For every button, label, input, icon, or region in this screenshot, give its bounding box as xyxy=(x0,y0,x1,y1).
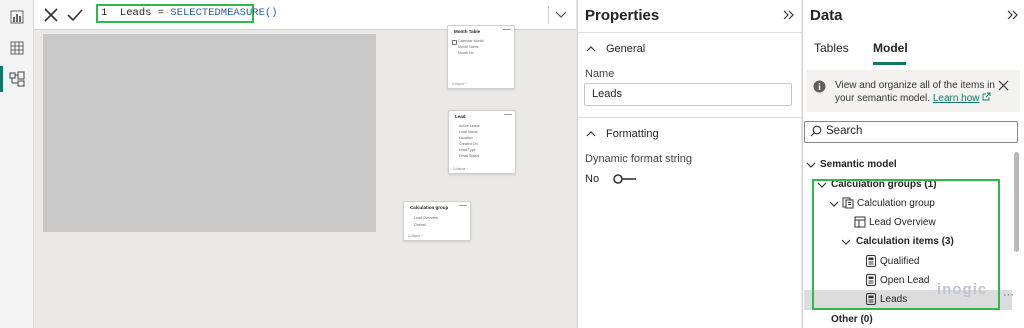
inogic-watermark: inogic xyxy=(937,281,988,298)
chevron-down-icon[interactable] xyxy=(806,160,816,170)
formatting-section-label: Formatting xyxy=(606,128,659,140)
card-menu-icon[interactable] xyxy=(503,29,511,33)
formula-editor[interactable]: 1 Leads = SELECTEDMEASURE() xyxy=(96,4,278,23)
collapse-properties-icon[interactable] xyxy=(781,7,797,23)
card-field: Lead Overview xyxy=(414,216,438,220)
name-label: Name xyxy=(585,68,615,80)
card-field: Location xyxy=(459,136,473,140)
card-field: Email Status xyxy=(459,154,480,158)
card-menu-icon[interactable] xyxy=(459,205,467,209)
card-title: Calculation group xyxy=(410,205,449,210)
properties-title: Properties xyxy=(585,7,660,24)
general-section-header[interactable]: General xyxy=(578,32,802,65)
chevron-up-icon xyxy=(586,131,596,137)
formula-operator: = xyxy=(157,7,165,19)
formula-line-number: 1 xyxy=(101,7,108,19)
report-view-icon[interactable] xyxy=(6,6,28,28)
tree-semantic-model[interactable]: Semantic model xyxy=(820,159,897,170)
more-options-icon[interactable]: ··· xyxy=(1003,289,1014,301)
card-collapse[interactable]: Collapse ^ xyxy=(452,82,467,86)
card-field: Lead Name xyxy=(459,130,478,134)
info-icon xyxy=(813,80,826,93)
tree-other[interactable]: Other (0) xyxy=(831,314,873,325)
card-menu-icon[interactable] xyxy=(504,114,512,118)
formula-measure-name: Leads xyxy=(119,7,152,19)
table-view-icon[interactable] xyxy=(6,37,28,59)
close-icon[interactable] xyxy=(998,80,1009,91)
collapse-data-icon[interactable] xyxy=(1005,7,1021,23)
formatting-section-header[interactable]: Formatting xyxy=(578,117,802,150)
general-section-label: General xyxy=(606,43,646,55)
info-message: View and organize all of the items in yo… xyxy=(835,79,995,105)
tab-model[interactable]: Model xyxy=(873,41,908,55)
toggle-state-label: No xyxy=(585,173,600,185)
formula-function: SELECTEDMEASURE() xyxy=(170,7,278,19)
name-field[interactable]: Leads xyxy=(584,83,792,106)
model-view-icon[interactable] xyxy=(6,68,28,90)
cancel-icon[interactable] xyxy=(41,5,61,25)
chevron-up-icon xyxy=(586,46,596,52)
external-link-icon xyxy=(982,92,991,101)
table-card-lead[interactable]: Lead Active Leads Lead Name Location Cre… xyxy=(448,110,516,174)
data-title: Data xyxy=(810,7,843,24)
card-field: Active Leads xyxy=(459,124,480,128)
canvas-placeholder-area xyxy=(43,34,376,232)
dynamic-format-toggle[interactable] xyxy=(613,172,637,184)
card-collapse[interactable]: Collapse ^ xyxy=(453,167,468,171)
search-placeholder: Search xyxy=(826,125,863,137)
card-title: Month Table xyxy=(454,29,481,34)
learn-how-link[interactable]: Learn how xyxy=(933,93,980,104)
card-field: Month Name xyxy=(458,45,479,49)
table-card-month[interactable]: Month Table Calendar Month Month Name Mo… xyxy=(447,25,515,89)
card-field: Calendar Month xyxy=(458,39,484,43)
commit-icon[interactable] xyxy=(65,5,85,25)
scrollbar[interactable] xyxy=(1014,152,1019,252)
properties-pane: Properties General Name Formatting Dynam… xyxy=(577,0,802,328)
card-field: Ordinal xyxy=(414,223,426,227)
dynamic-format-string-label: Dynamic format string xyxy=(585,153,692,165)
view-rail xyxy=(0,0,34,328)
search-icon xyxy=(810,125,822,137)
active-view-indicator xyxy=(0,66,3,92)
field-icon xyxy=(452,40,457,45)
active-tab-indicator xyxy=(873,62,906,65)
card-title: Lead xyxy=(455,114,466,119)
card-field: Month No xyxy=(458,51,474,55)
card-field: Lead Type xyxy=(459,148,476,152)
table-card-calculation-group[interactable]: Calculation group Lead Overview Ordinal … xyxy=(403,201,471,241)
tab-tables[interactable]: Tables xyxy=(814,41,849,55)
card-field: Created On xyxy=(459,142,478,146)
expand-formula-chevron-down-icon[interactable] xyxy=(548,6,572,24)
card-collapse[interactable]: Collapse ^ xyxy=(408,234,423,238)
